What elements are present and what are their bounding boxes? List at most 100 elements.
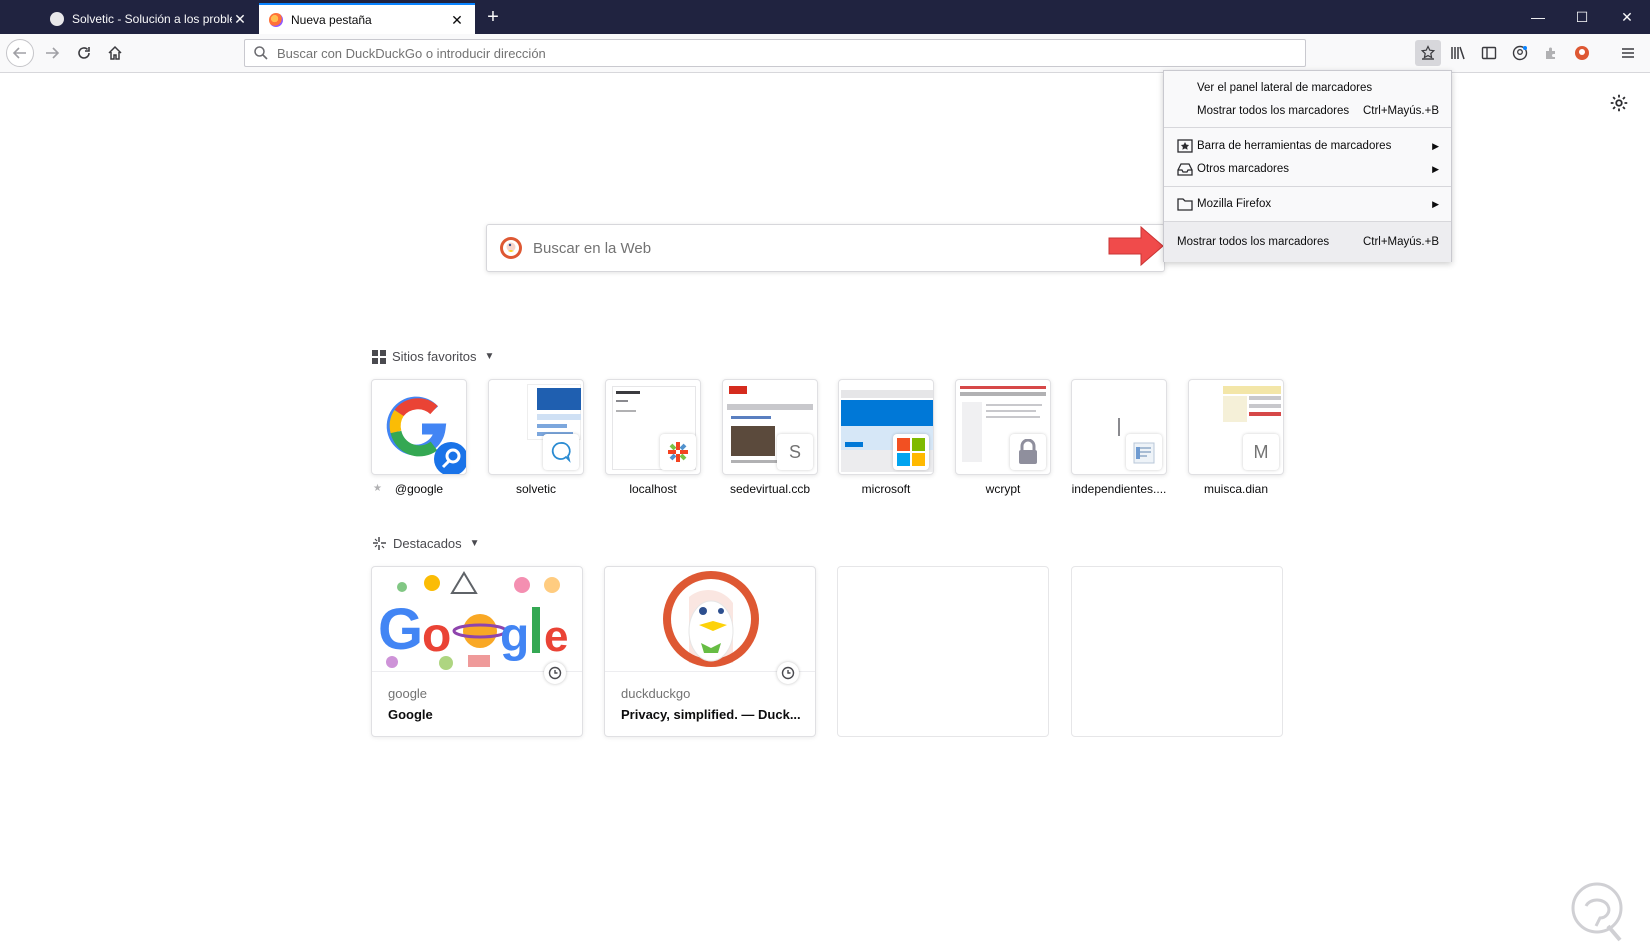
menu-item-label: Mozilla Firefox — [1197, 198, 1272, 210]
tab-new-tab[interactable]: Nueva pestaña ✕ — [259, 3, 475, 34]
topsite-tile[interactable]: localhost — [605, 379, 701, 496]
maximize-button[interactable]: ☐ — [1567, 6, 1597, 28]
reload-icon — [78, 47, 90, 59]
highlights-title: Destacados — [393, 536, 462, 551]
highlights-section-header[interactable]: Destacados ▼ — [372, 536, 480, 551]
topsite-tile[interactable]: microsoft — [838, 379, 934, 496]
annotation-arrow-icon — [1108, 225, 1164, 267]
sidebar-toggle-button[interactable] — [1476, 40, 1502, 66]
new-tab-button[interactable]: + — [482, 6, 504, 28]
topsite-label: wcrypt — [985, 482, 1021, 496]
highlight-card[interactable]: duckduckgo Privacy, simplified. — Duck..… — [604, 566, 816, 737]
web-search-box[interactable] — [486, 224, 1165, 272]
home-button[interactable] — [101, 39, 129, 67]
close-window-button[interactable]: ✕ — [1612, 6, 1642, 28]
sidebar-icon — [1481, 46, 1497, 60]
close-tab-icon[interactable]: ✕ — [232, 11, 248, 27]
document-icon — [1126, 434, 1162, 470]
topsite-tile[interactable]: solvetic — [488, 379, 584, 496]
site-letter-badge: M — [1243, 434, 1279, 470]
url-input[interactable] — [277, 45, 1277, 61]
svg-text:G: G — [378, 597, 423, 662]
tab-strip: Solvetic - Solución a los problemas ✕ Nu… — [0, 0, 1650, 34]
topsite-tile[interactable]: S sedevirtual.ccb — [722, 379, 818, 496]
topsite-tile[interactable]: independientes.... — [1071, 379, 1167, 496]
topsite-label: solvetic — [515, 482, 556, 496]
topsite-thumbnail — [1071, 379, 1167, 475]
tab-solvetic[interactable]: Solvetic - Solución a los problemas ✕ — [40, 3, 258, 34]
gear-icon[interactable] — [1608, 92, 1630, 114]
clock-icon — [544, 662, 566, 684]
duckduckgo-extension-button[interactable] — [1569, 40, 1595, 66]
topsite-thumbnail — [955, 379, 1051, 475]
extension-button[interactable] — [1538, 40, 1564, 66]
account-icon — [1512, 45, 1528, 61]
menu-footer-label: Mostrar todos los marcadores — [1177, 236, 1330, 248]
back-button[interactable] — [6, 39, 34, 67]
library-button[interactable] — [1445, 40, 1471, 66]
svg-text:g: g — [500, 609, 529, 662]
submenu-arrow-icon: ▶ — [1432, 198, 1439, 209]
highlight-host: duckduckgo — [621, 686, 691, 701]
sparkle-icon — [373, 537, 386, 550]
submenu-arrow-icon: ▶ — [1432, 140, 1439, 151]
topsite-label: @google — [394, 482, 444, 496]
topsite-tile[interactable]: wcrypt — [955, 379, 1051, 496]
bookmarks-menu-popup: Ver el panel lateral de marcadores Mostr… — [1163, 70, 1452, 262]
svg-text:e: e — [544, 612, 568, 661]
grid-icon — [372, 349, 386, 364]
folder-icon — [1177, 198, 1193, 211]
topsite-label: sedevirtual.ccb — [729, 482, 811, 496]
other-bookmarks-item[interactable]: Otros marcadores ▶ — [1164, 158, 1451, 180]
topsites-section-header[interactable]: Sitios favoritos ▼ — [372, 349, 494, 364]
close-tab-icon[interactable]: ✕ — [449, 12, 465, 28]
mozilla-firefox-folder-item[interactable]: Mozilla Firefox ▶ — [1164, 193, 1451, 215]
topsite-label: independientes.... — [1071, 482, 1167, 496]
forward-button[interactable] — [38, 39, 66, 67]
chevron-down-icon: ▼ — [469, 538, 480, 549]
chevron-down-icon: ▼ — [484, 351, 495, 362]
bookmarks-toolbar-icon — [1177, 139, 1193, 153]
topsites-title: Sitios favoritos — [392, 349, 477, 364]
solvetic-watermark-logo — [1571, 882, 1623, 942]
duckduckgo-preview-image — [605, 567, 815, 684]
duckduckgo-icon — [1575, 46, 1589, 60]
bookmarks-toolbar-item[interactable]: Barra de herramientas de marcadores ▶ — [1164, 135, 1451, 157]
topsite-tile[interactable]: ★ @google — [371, 379, 467, 496]
menu-separator — [1164, 186, 1451, 187]
highlight-card[interactable]: G o g e google Google — [371, 566, 583, 737]
open-menu-button[interactable] — [1615, 40, 1641, 66]
reload-button[interactable] — [70, 39, 98, 67]
topsite-thumbnail: M — [1188, 379, 1284, 475]
menu-item-shortcut: Ctrl+Mayús.+B — [1362, 105, 1439, 117]
library-icon — [1451, 46, 1465, 60]
clock-icon — [777, 662, 799, 684]
solvetic-icon — [543, 434, 579, 470]
google-logo-icon — [386, 396, 466, 474]
topsite-thumbnail: S — [722, 379, 818, 475]
topsite-thumbnail — [605, 379, 701, 475]
account-button[interactable] — [1507, 40, 1533, 66]
minimize-button[interactable]: — — [1523, 6, 1553, 28]
view-bookmarks-sidebar-item[interactable]: Ver el panel lateral de marcadores — [1164, 77, 1451, 99]
show-all-bookmarks-footer-button[interactable]: Mostrar todos los marcadores Ctrl+Mayús.… — [1164, 221, 1451, 262]
submenu-arrow-icon: ▶ — [1432, 163, 1439, 174]
topsite-label: microsoft — [861, 482, 911, 496]
hamburger-menu-icon — [1622, 48, 1634, 58]
topsite-tile[interactable]: M muisca.dian — [1188, 379, 1284, 496]
back-arrow-icon — [12, 47, 26, 59]
topsite-label: localhost — [629, 482, 677, 496]
address-bar[interactable] — [244, 39, 1306, 67]
pin-icon: ★ — [373, 483, 382, 494]
show-all-bookmarks-item[interactable]: Mostrar todos los marcadores Ctrl+Mayús.… — [1164, 100, 1451, 122]
menu-item-label: Mostrar todos los marcadores — [1197, 105, 1350, 117]
solvetic-favicon-icon — [50, 11, 64, 26]
highlight-title: Google — [388, 707, 433, 722]
forward-arrow-icon — [46, 47, 60, 59]
bookmarks-menu-button[interactable] — [1415, 40, 1441, 66]
microsoft-logo-icon — [893, 434, 929, 470]
search-icon — [254, 46, 268, 60]
web-search-input[interactable] — [533, 239, 1093, 257]
firefox-favicon-icon — [269, 12, 283, 27]
topsite-thumbnail — [838, 379, 934, 475]
